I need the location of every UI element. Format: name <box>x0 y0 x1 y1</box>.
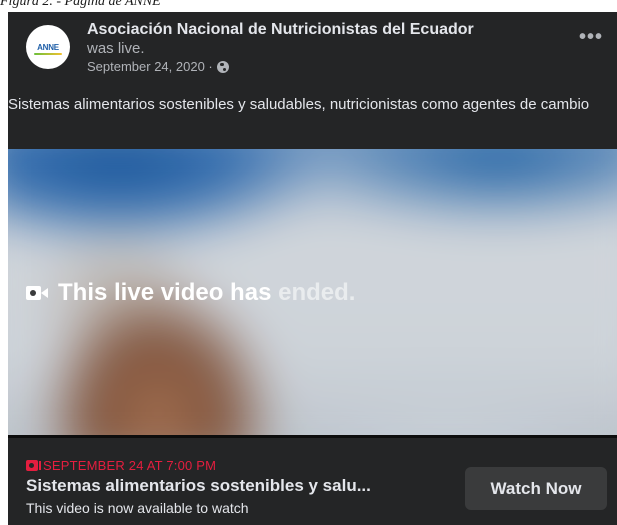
event-date: SEPTEMBER 24 AT 7:00 PM <box>26 458 216 473</box>
more-options-button[interactable]: ••• <box>579 27 603 47</box>
calendar-icon <box>26 460 41 471</box>
event-title[interactable]: Sistemas alimentarios sostenibles y salu… <box>26 476 456 496</box>
figure-caption: Figura 2. - Página de ANNE <box>0 0 161 9</box>
video-camera-icon <box>26 286 48 300</box>
facebook-post-card: ANNE Asociación Nacional de Nutricionist… <box>8 12 617 525</box>
page-name-link[interactable]: Asociación Nacional de Nutricionistas de… <box>87 20 474 40</box>
video-player[interactable]: This live video has ended. <box>8 149 617 435</box>
watch-now-button[interactable]: Watch Now <box>465 467 607 510</box>
post-status: was live. <box>87 40 145 57</box>
event-bar: SEPTEMBER 24 AT 7:00 PM Sistemas aliment… <box>8 435 617 525</box>
post-date[interactable]: September 24, 2020 · <box>87 58 213 76</box>
event-date-label: SEPTEMBER 24 AT 7:00 PM <box>43 458 217 473</box>
page-avatar[interactable]: ANNE <box>26 25 70 69</box>
ended-text: This live video has <box>58 279 272 306</box>
post-text: Sistemas alimentarios sostenibles y salu… <box>8 96 590 113</box>
post-meta: September 24, 2020 · <box>87 58 474 76</box>
event-subtitle: This video is now available to watch <box>26 500 249 516</box>
anne-logo: ANNE <box>34 42 62 55</box>
globe-icon <box>216 61 229 73</box>
ended-text-faded: ended. <box>278 279 356 306</box>
more-options-icon: ••• <box>578 26 603 48</box>
post-header: Asociación Nacional de Nutricionistas de… <box>87 20 474 76</box>
video-ended-message: This live video has ended. <box>26 279 355 307</box>
